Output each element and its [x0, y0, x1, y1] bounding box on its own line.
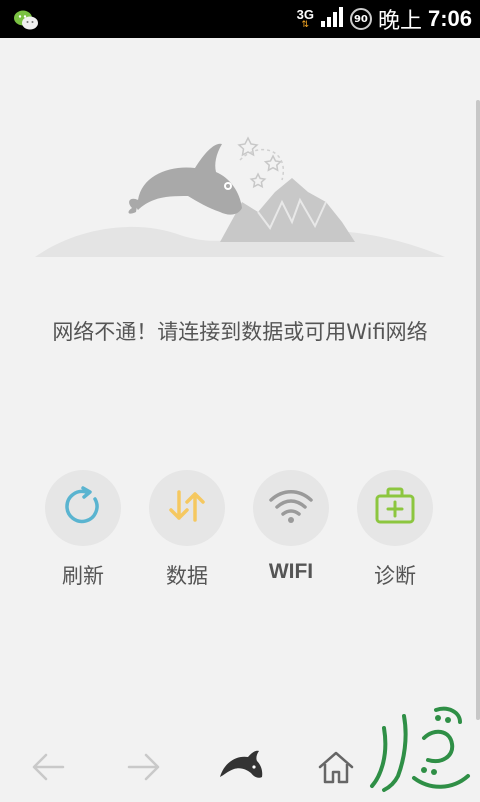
- diagnose-label: 诊断: [374, 564, 416, 588]
- signal-icon: [320, 6, 344, 32]
- diagnose-icon: [373, 486, 417, 530]
- back-arrow-icon: [30, 752, 66, 786]
- home-icon: [317, 749, 355, 789]
- wechat-icon: [12, 8, 40, 36]
- time-period: 晚上: [377, 9, 422, 34]
- wifi-icon: [267, 486, 315, 530]
- network-indicator: 3G ⇅: [296, 7, 314, 30]
- menu-button[interactable]: [210, 747, 270, 791]
- diagnose-circle[interactable]: [357, 470, 433, 546]
- clock: 7:06: [427, 6, 472, 31]
- status-bar: 3G ⇅ 90 晚上 7:06: [0, 0, 480, 38]
- forward-arrow-icon: [126, 752, 162, 786]
- refresh-label: 刷新: [62, 564, 104, 588]
- data-button[interactable]: 数据: [127, 470, 247, 590]
- network-error-message: 网络不通！请连接到数据或可用Wifi网络: [52, 320, 428, 344]
- battery-icon: 90: [349, 8, 372, 30]
- wifi-circle[interactable]: [253, 470, 329, 546]
- action-buttons: 刷新 数据 WIFI 诊断: [0, 470, 480, 600]
- wifi-button[interactable]: WIFI: [231, 470, 351, 584]
- wifi-label: WIFI: [268, 560, 314, 583]
- back-button[interactable]: [18, 747, 78, 791]
- data-label: 数据: [166, 564, 208, 588]
- data-circle[interactable]: [149, 470, 225, 546]
- refresh-button[interactable]: 刷新: [23, 470, 143, 590]
- refresh-icon: [62, 485, 104, 531]
- scrollbar[interactable]: [476, 100, 480, 720]
- calligraphy-watermark: [364, 698, 474, 798]
- refresh-circle[interactable]: [45, 470, 121, 546]
- home-button[interactable]: [306, 747, 366, 791]
- dolphin-icon: [216, 749, 264, 789]
- diagnose-button[interactable]: 诊断: [335, 470, 455, 590]
- forward-button[interactable]: [114, 747, 174, 791]
- data-icon: [165, 484, 209, 532]
- dolphin-illustration: [30, 130, 450, 260]
